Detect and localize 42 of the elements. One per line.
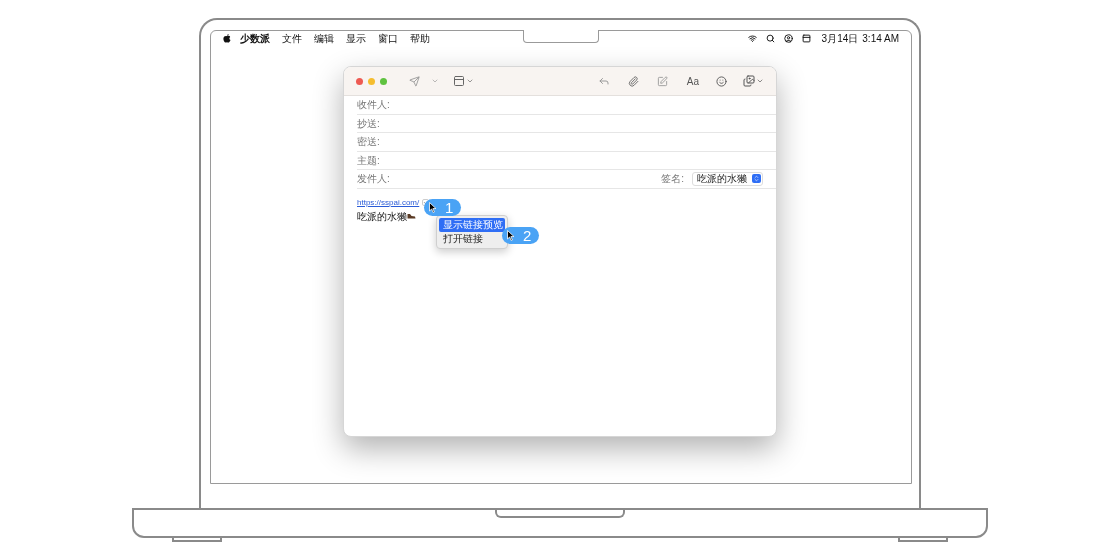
shoe-icon (407, 213, 416, 219)
cursor-icon (507, 229, 515, 241)
stepper-icon (752, 174, 761, 184)
menu-item[interactable]: 文件 (282, 31, 302, 46)
header-field-label: 主题: (357, 153, 380, 168)
menubar-time[interactable]: 3:14 AM (862, 31, 899, 46)
send-icon[interactable] (409, 75, 420, 87)
close-button[interactable] (356, 77, 363, 85)
search-icon[interactable] (765, 34, 775, 43)
photos-icon[interactable] (743, 75, 755, 87)
caret-icon[interactable] (466, 77, 474, 85)
markup-icon[interactable] (656, 75, 668, 87)
header-field-label: 抄送: (357, 116, 380, 131)
paperclip-icon[interactable] (627, 75, 639, 87)
app-menu[interactable]: 少数派 (240, 31, 270, 46)
control-center-icon[interactable] (801, 34, 811, 43)
menu-item[interactable]: 帮助 (410, 31, 430, 46)
caret-icon[interactable] (756, 77, 764, 85)
reply-icon[interactable] (597, 75, 610, 87)
step-number: 2 (523, 227, 532, 243)
zoom-button[interactable] (380, 77, 387, 85)
menu-item[interactable]: 窗口 (378, 31, 398, 46)
format-button[interactable]: Aa (686, 73, 699, 89)
email-link[interactable]: https://sspai.com/ (357, 196, 420, 209)
context-menu-item[interactable]: 显示链接预览 (439, 217, 505, 232)
menubar-date[interactable]: 3月14日 (821, 31, 859, 46)
header-field-label: 发件人: (357, 172, 390, 187)
apple-icon[interactable] (223, 34, 231, 43)
menu-item[interactable]: 显示 (346, 31, 366, 46)
signature-label: 签名: (661, 172, 684, 187)
context-menu-item[interactable]: 打开链接 (439, 231, 505, 246)
smiley-icon[interactable] (716, 75, 727, 87)
user-icon[interactable] (783, 34, 793, 43)
wifi-icon[interactable] (747, 34, 757, 43)
menu-item[interactable]: 编辑 (314, 31, 334, 46)
signature-text: 吃派的水獭 (357, 209, 407, 224)
signature-select[interactable]: 吃派的水獭 (692, 171, 763, 186)
header-field-label: 收件人: (357, 98, 390, 113)
cursor-icon (429, 201, 437, 213)
header-field-label: 密送: (357, 135, 380, 150)
header-fields-icon[interactable] (453, 75, 465, 87)
step-number: 1 (445, 199, 454, 215)
